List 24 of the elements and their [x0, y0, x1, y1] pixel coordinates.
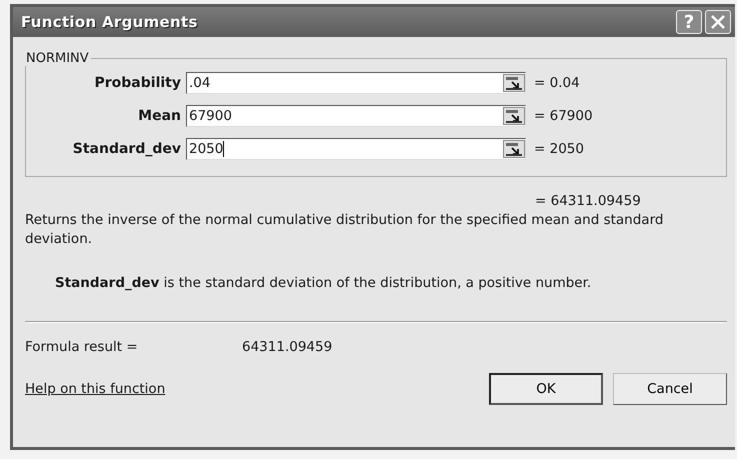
collapse-dialog-icon[interactable]	[503, 74, 525, 92]
argument-result: = 2050	[534, 141, 584, 157]
help-link[interactable]: Help on this function	[25, 381, 166, 397]
formula-result-value: 64311.09459	[242, 339, 332, 355]
collapse-dialog-icon[interactable]	[503, 140, 525, 158]
collapse-dialog-icon[interactable]	[503, 107, 525, 125]
cancel-button[interactable]: Cancel	[613, 373, 727, 405]
argument-field[interactable]: 2050	[186, 138, 526, 160]
argument-description: Standard_dev is the standard deviation of the distribution, a positive number.	[55, 275, 592, 291]
function-name: NORMINV	[25, 51, 90, 66]
argument-label: Probability	[94, 75, 182, 91]
function-result: = 64311.09459	[535, 193, 642, 209]
window-title: Function Arguments	[21, 13, 198, 31]
ok-button[interactable]: OK	[489, 373, 603, 405]
argument-label: Mean	[137, 108, 182, 124]
argument-field[interactable]: 67900	[186, 105, 526, 127]
argument-label: Standard_dev	[72, 141, 182, 157]
argument-result: = 0.04	[534, 75, 580, 91]
argument-result: = 67900	[534, 108, 593, 124]
close-icon	[710, 14, 726, 30]
function-description: Returns the inverse of the normal cumulative distribution for the specified mean and standard deviation.	[25, 211, 664, 249]
close-button[interactable]	[705, 10, 731, 34]
formula-result-label: Formula result =	[25, 339, 139, 355]
argument-field[interactable]: .04	[186, 72, 526, 94]
